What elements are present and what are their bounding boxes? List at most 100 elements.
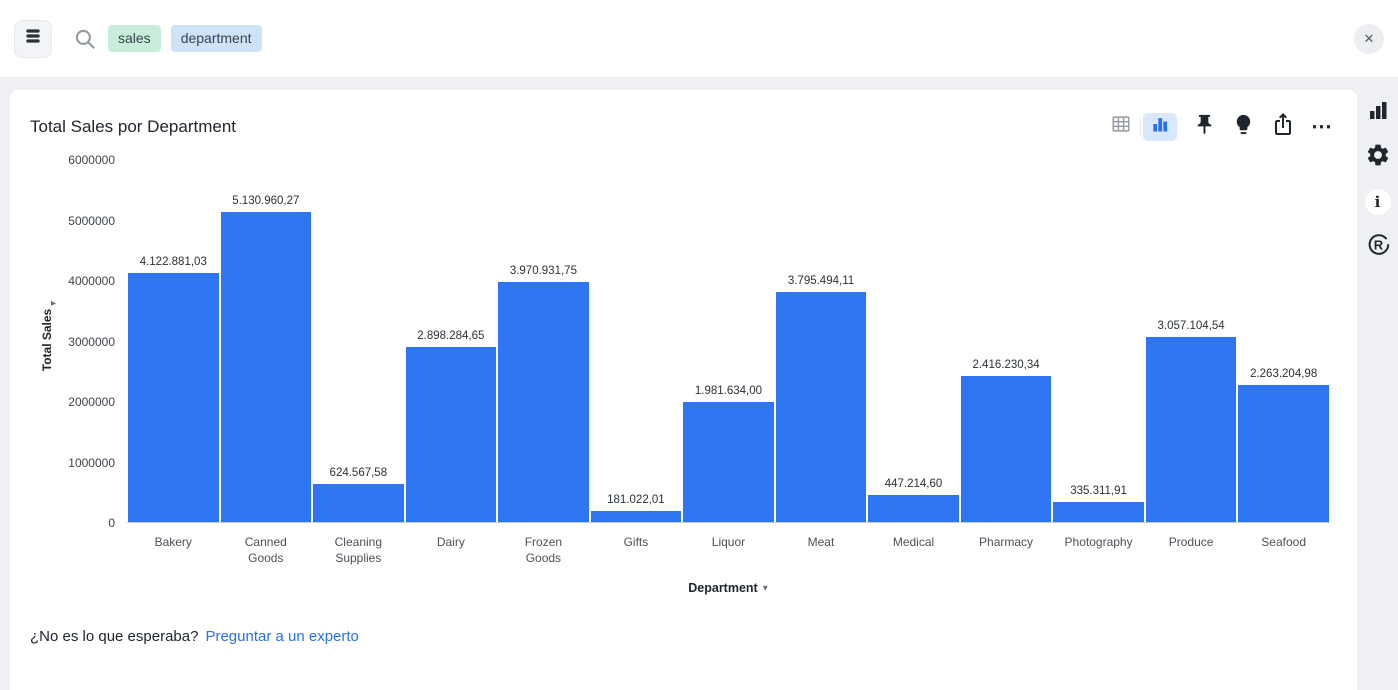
bar-value-label: 335.311,91 xyxy=(1070,485,1127,497)
x-axis-labels: BakeryCanned GoodsCleaning SuppliesDairy… xyxy=(127,535,1330,566)
table-icon xyxy=(1110,113,1132,140)
gear-icon xyxy=(1365,142,1391,173)
bar-column: 5.130.960,27 xyxy=(221,160,312,522)
top-bar: sales department ✕ xyxy=(0,0,1398,78)
pin-button[interactable] xyxy=(1193,113,1216,141)
bar[interactable] xyxy=(591,511,682,522)
plot-area: 4.122.881,03 5.130.960,27 624.567,58 2.898.… xyxy=(127,160,1330,523)
bar[interactable] xyxy=(128,273,219,522)
chart-view-button[interactable] xyxy=(1143,113,1177,141)
x-axis-label: Produce xyxy=(1145,535,1238,566)
bar-column: 447.214,60 xyxy=(868,160,959,522)
svg-text:R: R xyxy=(1373,237,1383,252)
clear-search-button[interactable]: ✕ xyxy=(1354,24,1384,54)
x-axis-label: Cleaning Supplies xyxy=(312,535,405,566)
bar-value-label: 2.416.230,34 xyxy=(972,359,1039,371)
bar-column: 2.416.230,34 xyxy=(961,160,1052,522)
search-icon xyxy=(72,26,98,52)
chart-panel-button[interactable] xyxy=(1364,98,1392,126)
bar[interactable] xyxy=(961,376,1052,522)
bar[interactable] xyxy=(498,282,589,522)
bar[interactable] xyxy=(1146,337,1237,522)
bar[interactable] xyxy=(313,484,404,522)
search-token-sales[interactable]: sales xyxy=(108,25,161,51)
x-axis-label: Photography xyxy=(1052,535,1145,566)
bar[interactable] xyxy=(683,402,774,522)
bar[interactable] xyxy=(221,212,312,522)
footer-question: ¿No es lo que esperaba? xyxy=(30,628,198,645)
bar-column: 3.057.104,54 xyxy=(1146,160,1237,522)
bar-column: 1.981.634,00 xyxy=(683,160,774,522)
bar-value-label: 3.970.931,75 xyxy=(510,265,577,277)
bar-chart-icon xyxy=(1366,98,1390,127)
y-axis-tick: 4000000 xyxy=(68,274,115,288)
search-token-department[interactable]: department xyxy=(171,25,262,51)
x-axis-label: Canned Goods xyxy=(220,535,313,566)
bar-column: 2.263.204,98 xyxy=(1238,160,1329,522)
x-axis-label: Medical xyxy=(867,535,960,566)
right-rail: i R xyxy=(1357,98,1398,261)
x-axis-label: Gifts xyxy=(590,535,683,566)
info-icon: i xyxy=(1365,189,1391,215)
x-axis-label: Frozen Goods xyxy=(497,535,590,566)
bar[interactable] xyxy=(406,347,497,522)
answer-footer: ¿No es lo que esperaba? Preguntar a un e… xyxy=(30,628,359,645)
app-menu-button[interactable] xyxy=(14,20,52,58)
y-axis-tick: 1000000 xyxy=(68,456,115,470)
answer-header: Total Sales por Department xyxy=(10,90,1357,141)
bar-column: 2.898.284,65 xyxy=(406,160,497,522)
x-axis-label: Meat xyxy=(775,535,868,566)
bar-value-label: 5.130.960,27 xyxy=(232,195,299,207)
share-button[interactable] xyxy=(1271,112,1295,141)
answer-toolbar: ⋯ xyxy=(1104,112,1333,141)
share-icon xyxy=(1271,112,1295,141)
pin-icon xyxy=(1193,113,1216,141)
bar-chart-icon xyxy=(1150,114,1170,139)
y-axis-tick: 5000000 xyxy=(68,214,115,228)
ask-expert-link[interactable]: Preguntar a un experto xyxy=(205,628,358,645)
x-axis-label: Liquor xyxy=(682,535,775,566)
answer-card: ▸ Total Sales 01000000200000030000004000… xyxy=(10,90,1357,690)
lightbulb-icon xyxy=(1232,113,1255,141)
bar[interactable] xyxy=(1053,502,1144,522)
y-axis-tick: 2000000 xyxy=(68,395,115,409)
close-icon: ✕ xyxy=(1364,31,1375,47)
search-input[interactable]: sales department ✕ xyxy=(72,24,1384,54)
y-axis-tick: 0 xyxy=(108,516,115,530)
viz-toggle-divider xyxy=(1140,118,1141,136)
x-axis-title: Department xyxy=(688,581,757,595)
x-axis-title-control[interactable]: Department ▾ xyxy=(688,581,768,595)
x-axis-label: Seafood xyxy=(1237,535,1330,566)
more-button[interactable]: ⋯ xyxy=(1311,116,1333,137)
bar-value-label: 2.263.204,98 xyxy=(1250,368,1317,380)
x-axis-label: Dairy xyxy=(405,535,498,566)
bar-column: 181.022,01 xyxy=(591,160,682,522)
bar-value-label: 2.898.284,65 xyxy=(417,330,484,342)
bar-column: 4.122.881,03 xyxy=(128,160,219,522)
more-icon: ⋯ xyxy=(1311,116,1333,137)
bar-value-label: 447.214,60 xyxy=(885,478,943,490)
bar[interactable] xyxy=(1238,385,1329,522)
bar-value-label: 1.981.634,00 xyxy=(695,385,762,397)
bar-value-label: 3.057.104,54 xyxy=(1158,320,1225,332)
y-axis-tick: 6000000 xyxy=(68,153,115,167)
bar-column: 335.311,91 xyxy=(1053,160,1144,522)
bar-value-label: 4.122.881,03 xyxy=(140,256,207,268)
bar-column: 3.795.494,11 xyxy=(776,160,867,522)
info-button[interactable]: i xyxy=(1364,188,1392,216)
y-axis-ticks: 0100000020000003000000400000050000006000… xyxy=(10,160,115,523)
settings-button[interactable] xyxy=(1364,143,1392,171)
chevron-down-icon: ▾ xyxy=(763,583,768,594)
bar-column: 624.567,58 xyxy=(313,160,404,522)
y-axis-tick: 3000000 xyxy=(68,335,115,349)
r-analysis-button[interactable]: R xyxy=(1364,233,1392,261)
bar-chart: ▸ Total Sales 01000000200000030000004000… xyxy=(10,90,1357,690)
x-axis-label: Bakery xyxy=(127,535,220,566)
x-axis-label: Pharmacy xyxy=(960,535,1053,566)
data-stack-icon xyxy=(23,26,43,51)
spotiq-button[interactable] xyxy=(1232,113,1255,141)
bar[interactable] xyxy=(776,292,867,522)
bar-value-label: 624.567,58 xyxy=(330,467,388,479)
table-view-button[interactable] xyxy=(1104,113,1138,141)
bar[interactable] xyxy=(868,495,959,522)
